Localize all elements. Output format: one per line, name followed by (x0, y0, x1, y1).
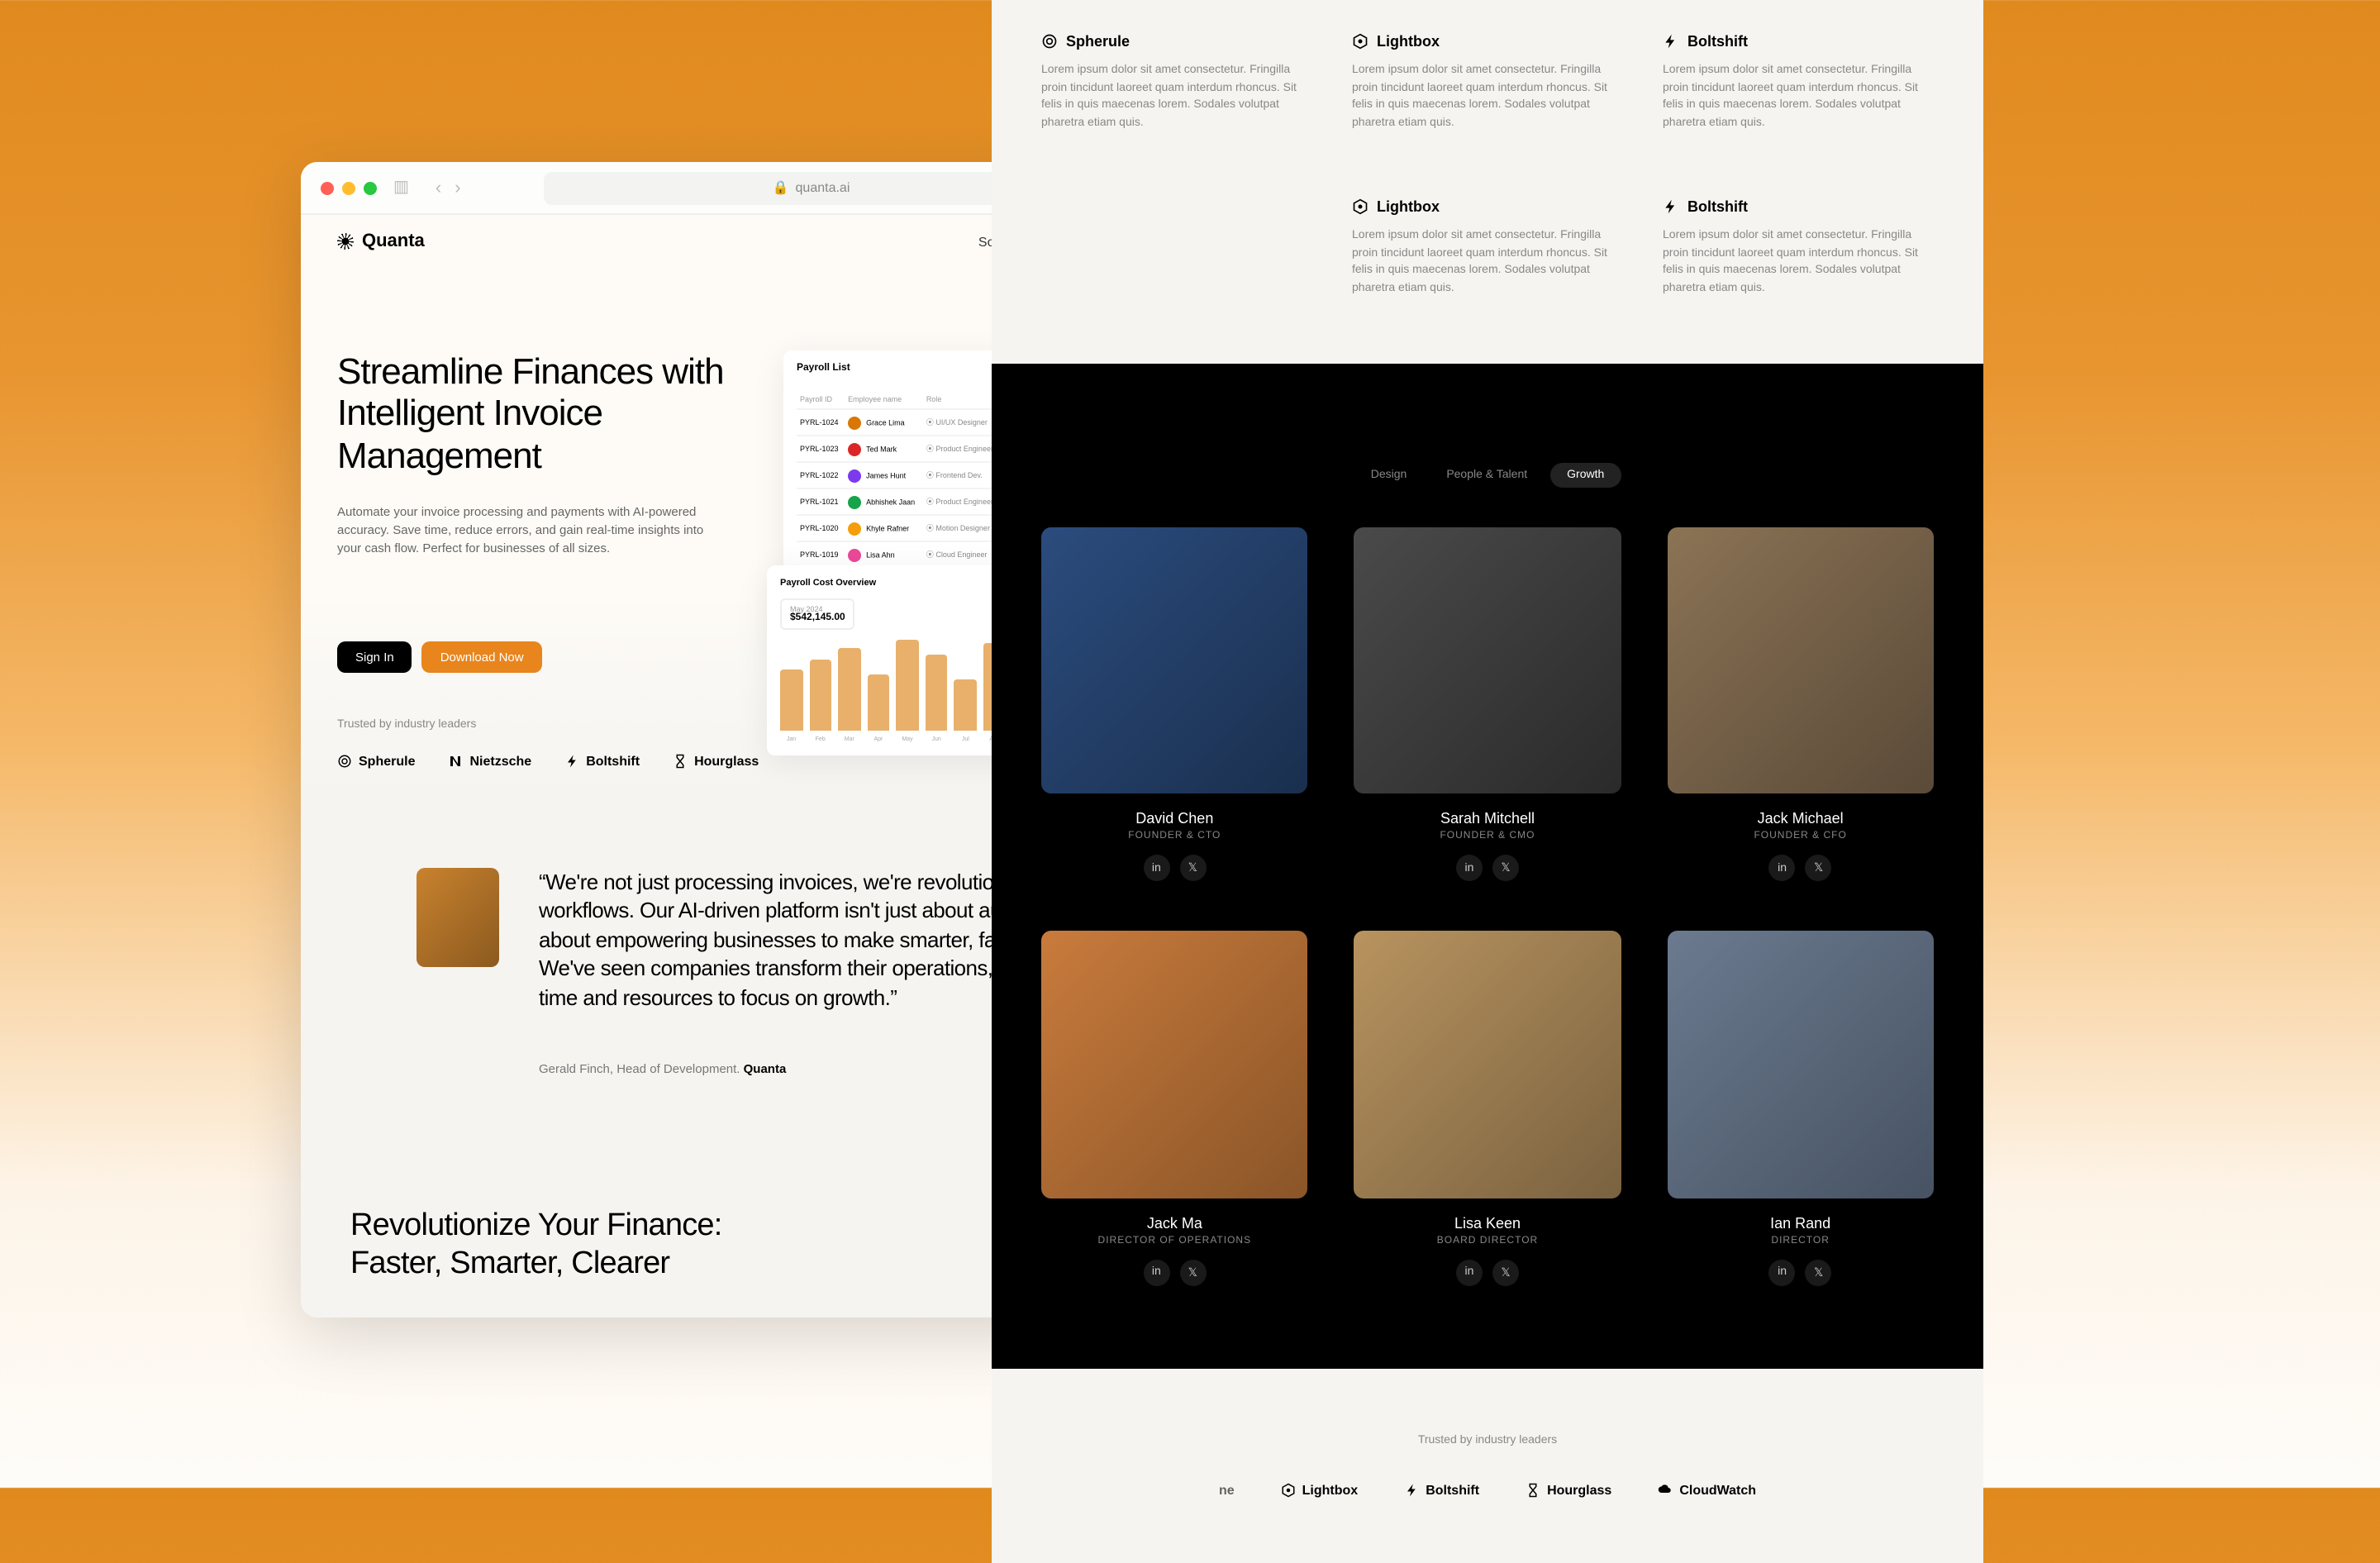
trusted-section: Trusted by industry leaders ne Lightbox Bo… (992, 1368, 1983, 1563)
chart-bar (897, 640, 919, 731)
member-photo (1354, 527, 1621, 794)
hero-logo-nietzsche: Nietzsche (448, 753, 531, 768)
linkedin-icon[interactable]: in (1456, 855, 1483, 882)
lightbox-icon (1352, 198, 1368, 215)
team-tabs: DesignPeople & TalentGrowth (1041, 463, 1934, 488)
nav-forward-icon[interactable]: › (455, 178, 460, 198)
team-member: Jack Michael Founder & CFO in 𝕏 (1667, 527, 1934, 882)
url-text: quanta.ai (796, 180, 850, 195)
member-role: Founder & CTO (1041, 832, 1308, 842)
chart-bar (809, 660, 831, 731)
bottom-logo-boltshift: Boltshift (1404, 1482, 1479, 1497)
feature-boltshift: Boltshift Lorem ipsum dolor sit amet con… (1663, 198, 1934, 298)
hero-logo-boltshift: Boltshift (564, 753, 640, 768)
team-member: Jack Ma Director of Operations in 𝕏 (1041, 932, 1308, 1286)
features-section: Spherule Lorem ipsum dolor sit amet cons… (992, 0, 1983, 364)
cloudwatch-icon (1658, 1482, 1673, 1497)
lightbox-icon (1281, 1482, 1296, 1497)
boltshift-icon (1663, 33, 1679, 50)
quote-avatar (416, 867, 499, 966)
tab-growth[interactable]: Growth (1550, 463, 1621, 488)
hourglass-icon (673, 753, 688, 768)
brand-logo[interactable]: Quanta (337, 231, 425, 251)
member-photo (1041, 932, 1308, 1198)
hero-logo-hourglass: Hourglass (673, 753, 759, 768)
maximize-window-icon[interactable] (364, 181, 377, 194)
close-window-icon[interactable] (321, 181, 334, 194)
hero-title: Streamline Finances with Intelligent Inv… (337, 350, 767, 476)
member-name: David Chen (1041, 811, 1308, 827)
download-button[interactable]: Download Now (422, 641, 542, 672)
trusted-bottom-label: Trusted by industry leaders (1041, 1434, 1934, 1446)
bottom-logo-cloudwatch: CloudWatch (1658, 1482, 1756, 1497)
x-icon[interactable]: 𝕏 (1179, 1259, 1206, 1285)
x-icon[interactable]: 𝕏 (1806, 855, 1832, 882)
member-photo (1667, 527, 1934, 794)
nav-back-icon[interactable]: ‹ (436, 178, 441, 198)
member-role: Director of Operations (1041, 1236, 1308, 1246)
chart-bar (954, 679, 977, 731)
tab-design[interactable]: Design (1354, 463, 1424, 488)
x-icon[interactable]: 𝕏 (1492, 1259, 1519, 1285)
member-role: Founder & CFO (1667, 832, 1934, 842)
team-section: DesignPeople & TalentGrowth David Chen F… (992, 364, 1983, 1368)
hourglass-icon (1526, 1482, 1540, 1497)
bottom-logo-lightbox: Lightbox (1281, 1482, 1359, 1497)
member-role: Board Director (1354, 1236, 1621, 1246)
x-icon[interactable]: 𝕏 (1806, 1259, 1832, 1285)
quanta-icon (337, 233, 354, 250)
chart-bar (867, 674, 889, 731)
boltshift-icon (564, 753, 579, 768)
boltshift-icon (1663, 198, 1679, 215)
bottom-logo-hourglass: Hourglass (1526, 1482, 1611, 1497)
signin-button[interactable]: Sign In (337, 641, 412, 672)
nietzsche-icon (448, 753, 463, 768)
feature-boltshift: Boltshift Lorem ipsum dolor sit amet con… (1663, 33, 1934, 132)
spherule-icon (1041, 33, 1058, 50)
hero-logo-row: Spherule Nietzsche Boltshift Hourglass (337, 753, 767, 768)
minimize-window-icon[interactable] (342, 181, 355, 194)
lock-icon: 🔒 (773, 180, 789, 195)
boltshift-icon (1404, 1482, 1419, 1497)
member-role: Founder & CMO (1354, 832, 1621, 842)
x-icon[interactable]: 𝕏 (1179, 855, 1206, 882)
hero-logo-spherule: Spherule (337, 753, 415, 768)
trusted-label: Trusted by industry leaders (337, 718, 767, 730)
x-icon[interactable]: 𝕏 (1492, 855, 1519, 882)
linkedin-icon[interactable]: in (1769, 1259, 1796, 1285)
member-name: Sarah Mitchell (1354, 811, 1621, 827)
feature-lightbox: Lightbox Lorem ipsum dolor sit amet cons… (1352, 33, 1623, 132)
linkedin-icon[interactable]: in (1143, 855, 1169, 882)
member-name: Jack Ma (1041, 1214, 1308, 1231)
linkedin-icon[interactable]: in (1456, 1259, 1483, 1285)
chart-bar (838, 648, 860, 731)
team-member: Lisa Keen Board Director in 𝕏 (1354, 932, 1621, 1286)
team-member: Ian Rand Director in 𝕏 (1667, 932, 1934, 1286)
member-photo (1667, 932, 1934, 1198)
tab-people-talent[interactable]: People & Talent (1430, 463, 1544, 488)
feature-lightbox: Lightbox Lorem ipsum dolor sit amet cons… (1352, 198, 1623, 298)
spherule-icon (337, 753, 352, 768)
linkedin-icon[interactable]: in (1143, 1259, 1169, 1285)
team-member: Sarah Mitchell Founder & CMO in 𝕏 (1354, 527, 1621, 882)
hero-body: Automate your invoice processing and pay… (337, 503, 717, 559)
sidebar-toggle-icon[interactable]: ▥ (393, 179, 409, 197)
member-name: Lisa Keen (1354, 1214, 1621, 1231)
member-role: Director (1667, 1236, 1934, 1246)
brand-name: Quanta (362, 231, 425, 251)
lightbox-icon (1352, 33, 1368, 50)
payroll-title: Payroll List (797, 364, 850, 374)
logo-partial: ne (1219, 1482, 1235, 1497)
member-photo (1354, 932, 1621, 1198)
team-member: David Chen Founder & CTO in 𝕏 (1041, 527, 1308, 882)
linkedin-icon[interactable]: in (1769, 855, 1796, 882)
member-name: Ian Rand (1667, 1214, 1934, 1231)
member-photo (1041, 527, 1308, 794)
chart-bar (926, 655, 948, 731)
feature-spherule: Spherule Lorem ipsum dolor sit amet cons… (1041, 33, 1312, 132)
member-name: Jack Michael (1667, 811, 1934, 827)
chart-bar (780, 669, 802, 731)
